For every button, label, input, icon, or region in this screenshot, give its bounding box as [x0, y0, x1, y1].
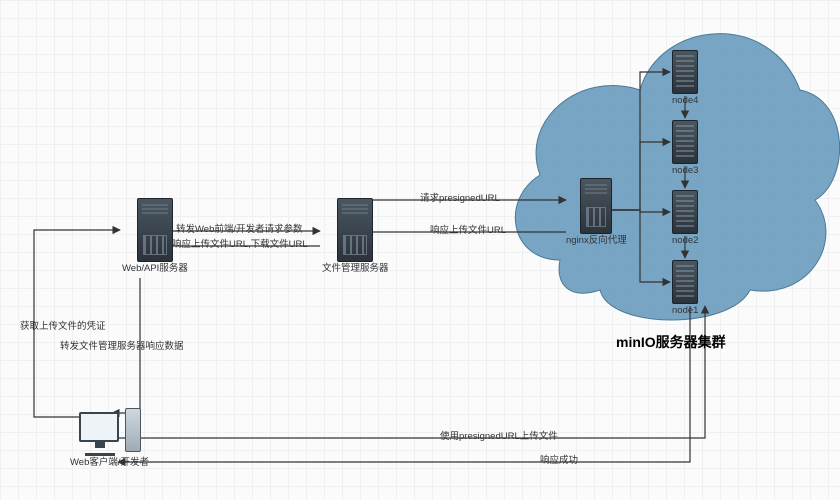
edge-label: 使用presignedURL上传文件 [440, 428, 558, 442]
server-label: Web/API服务器 [122, 264, 188, 275]
client-desktop: Web客户端/开发者 [70, 408, 149, 469]
server-icon [580, 178, 612, 234]
server-icon [672, 260, 698, 304]
cluster-title: minIO服务器集群 [616, 332, 726, 352]
edge-label: 响应上传文件URL [430, 222, 506, 236]
edge-label: 响应上传文件URL,下载文件URL [172, 236, 308, 250]
server-icon [672, 190, 698, 234]
edge-label: 获取上传文件的凭证 [20, 318, 106, 332]
desktop-icon [79, 408, 141, 456]
server-node2: node2 [672, 190, 698, 247]
edge-label: 响应成功 [540, 452, 578, 466]
server-label: node2 [672, 236, 698, 247]
edge-label: 转发文件管理服务器响应数据 [60, 338, 184, 352]
server-filemgr: 文件管理服务器 [322, 198, 389, 275]
server-nginx: nginx反向代理 [566, 178, 627, 247]
edge-label: 转发Web前端/开发者请求参数 [176, 221, 303, 235]
server-node4: node4 [672, 50, 698, 107]
server-label: node4 [672, 96, 698, 107]
cloud-shape [500, 0, 840, 330]
server-label: nginx反向代理 [566, 236, 627, 247]
server-icon [137, 198, 173, 262]
client-label: Web客户端/开发者 [70, 458, 149, 469]
server-node3: node3 [672, 120, 698, 177]
server-icon [672, 50, 698, 94]
server-icon [672, 120, 698, 164]
edge-label: 请求presignedURL [420, 190, 500, 204]
server-icon [337, 198, 373, 262]
server-label: node3 [672, 166, 698, 177]
server-label: 文件管理服务器 [322, 264, 389, 275]
server-label: node1 [672, 306, 698, 317]
server-node1: node1 [672, 260, 698, 317]
